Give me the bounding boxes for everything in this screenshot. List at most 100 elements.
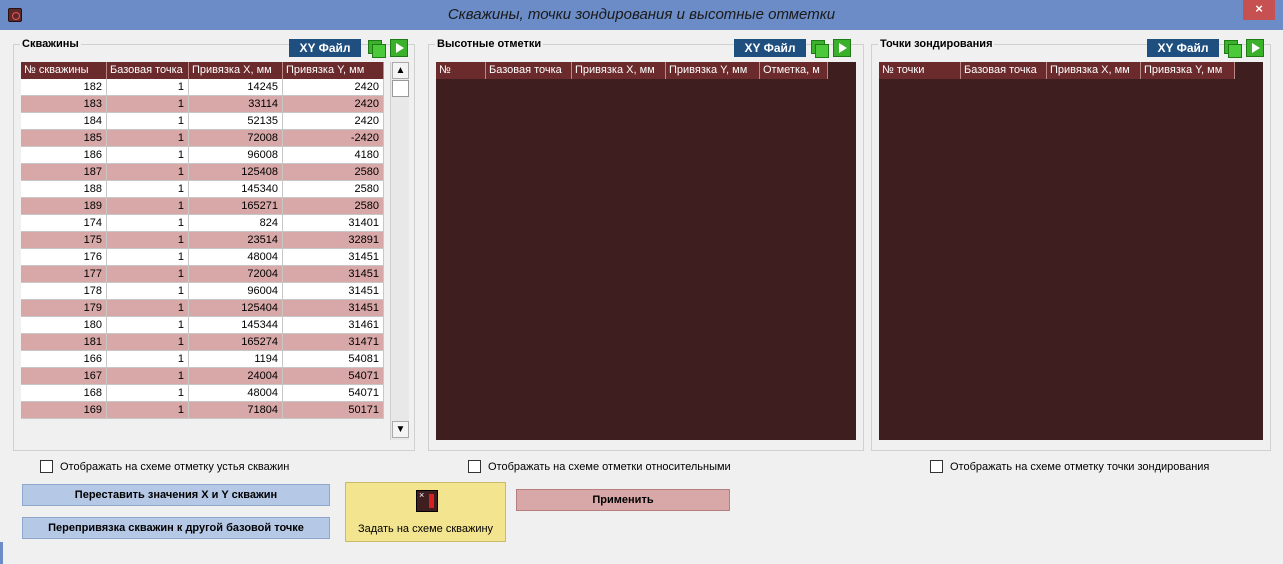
table-row[interactable]: 187 1 125408 2580 <box>21 164 384 181</box>
table-row[interactable]: 169 1 71804 50171 <box>21 402 384 419</box>
table-row[interactable]: 167 1 24004 54071 <box>21 368 384 385</box>
table-cell[interactable]: 2420 <box>283 113 384 130</box>
column-header[interactable]: Отметка, м <box>760 62 828 79</box>
wells-scrollbar[interactable]: ▲ ▼ <box>390 62 409 440</box>
table-cell[interactable]: 187 <box>21 164 107 181</box>
table-cell[interactable]: 182 <box>21 79 107 96</box>
table-row[interactable]: 188 1 145340 2580 <box>21 181 384 198</box>
table-cell[interactable]: 1 <box>107 317 189 334</box>
table-cell[interactable]: 72004 <box>189 266 283 283</box>
table-row[interactable]: 182 1 14245 2420 <box>21 79 384 96</box>
option-show-probe-mark[interactable]: Отображать на схеме отметку точки зондир… <box>930 460 1209 473</box>
table-row[interactable]: 181 1 165274 31471 <box>21 334 384 351</box>
table-cell[interactable]: 168 <box>21 385 107 402</box>
table-cell[interactable]: 1194 <box>189 351 283 368</box>
table-cell[interactable]: 165274 <box>189 334 283 351</box>
table-cell[interactable]: 179 <box>21 300 107 317</box>
table-cell[interactable]: 125408 <box>189 164 283 181</box>
table-cell[interactable]: 4180 <box>283 147 384 164</box>
table-cell[interactable]: 189 <box>21 198 107 215</box>
table-cell[interactable]: 71804 <box>189 402 283 419</box>
table-cell[interactable]: 176 <box>21 249 107 266</box>
table-cell[interactable]: 2420 <box>283 96 384 113</box>
column-header[interactable]: Базовая точка <box>961 62 1047 79</box>
column-header[interactable]: № скважины <box>21 62 107 79</box>
table-row[interactable]: 180 1 145344 31461 <box>21 317 384 334</box>
swap-xy-button[interactable]: Переставить значения X и Y скважин <box>22 484 330 506</box>
elevations-xy-file-button[interactable]: XY Файл <box>734 39 806 57</box>
table-cell[interactable]: 186 <box>21 147 107 164</box>
table-row[interactable]: 175 1 23514 32891 <box>21 232 384 249</box>
table-row[interactable]: 176 1 48004 31451 <box>21 249 384 266</box>
table-cell[interactable]: 54081 <box>283 351 384 368</box>
table-cell[interactable]: 177 <box>21 266 107 283</box>
table-cell[interactable]: 181 <box>21 334 107 351</box>
table-cell[interactable]: 1 <box>107 147 189 164</box>
table-cell[interactable]: 1 <box>107 402 189 419</box>
table-cell[interactable]: 2580 <box>283 164 384 181</box>
table-cell[interactable]: 14245 <box>189 79 283 96</box>
checkbox[interactable] <box>468 460 481 473</box>
table-cell[interactable]: 1 <box>107 113 189 130</box>
table-cell[interactable]: 1 <box>107 300 189 317</box>
table-cell[interactable]: 1 <box>107 198 189 215</box>
table-cell[interactable]: 1 <box>107 130 189 147</box>
column-header[interactable]: Привязка Y, мм <box>1141 62 1235 79</box>
table-row[interactable]: 174 1 824 31401 <box>21 215 384 232</box>
table-cell[interactable]: 31451 <box>283 249 384 266</box>
probes-xy-file-button[interactable]: XY Файл <box>1147 39 1219 57</box>
table-cell[interactable]: 145344 <box>189 317 283 334</box>
table-row[interactable]: 189 1 165271 2580 <box>21 198 384 215</box>
table-cell[interactable]: -2420 <box>283 130 384 147</box>
table-row[interactable]: 178 1 96004 31451 <box>21 283 384 300</box>
table-cell[interactable]: 1 <box>107 96 189 113</box>
wells-copy-icon[interactable] <box>367 39 386 58</box>
table-cell[interactable]: 165271 <box>189 198 283 215</box>
column-header[interactable]: Привязка X, мм <box>572 62 666 79</box>
table-row[interactable]: 186 1 96008 4180 <box>21 147 384 164</box>
table-row[interactable]: 183 1 33114 2420 <box>21 96 384 113</box>
column-header[interactable]: Привязка Y, мм <box>283 62 384 79</box>
table-cell[interactable]: 1 <box>107 215 189 232</box>
wells-export-icon[interactable] <box>390 39 408 57</box>
table-cell[interactable]: 31471 <box>283 334 384 351</box>
table-cell[interactable]: 1 <box>107 368 189 385</box>
table-cell[interactable]: 96008 <box>189 147 283 164</box>
option-show-wellhead[interactable]: Отображать на схеме отметку устья скважи… <box>40 460 289 473</box>
table-row[interactable]: 184 1 52135 2420 <box>21 113 384 130</box>
table-cell[interactable]: 1 <box>107 79 189 96</box>
table-cell[interactable]: 31451 <box>283 300 384 317</box>
rebind-wells-button[interactable]: Перепривязка скважин к другой базовой то… <box>22 517 330 539</box>
column-header[interactable]: Базовая точка <box>486 62 572 79</box>
table-cell[interactable]: 166 <box>21 351 107 368</box>
table-cell[interactable]: 54071 <box>283 385 384 402</box>
table-cell[interactable]: 145340 <box>189 181 283 198</box>
table-cell[interactable]: 96004 <box>189 283 283 300</box>
elevations-export-icon[interactable] <box>833 39 851 57</box>
table-cell[interactable]: 1 <box>107 283 189 300</box>
close-button[interactable]: × <box>1243 0 1275 20</box>
table-cell[interactable]: 184 <box>21 113 107 130</box>
table-cell[interactable]: 178 <box>21 283 107 300</box>
table-cell[interactable]: 31461 <box>283 317 384 334</box>
table-cell[interactable]: 31451 <box>283 283 384 300</box>
table-cell[interactable]: 33114 <box>189 96 283 113</box>
table-row[interactable]: 185 1 72008 -2420 <box>21 130 384 147</box>
table-cell[interactable]: 188 <box>21 181 107 198</box>
table-cell[interactable]: 54071 <box>283 368 384 385</box>
wells-xy-file-button[interactable]: XY Файл <box>289 39 361 57</box>
table-cell[interactable]: 24004 <box>189 368 283 385</box>
table-cell[interactable]: 2420 <box>283 79 384 96</box>
scroll-up-button[interactable]: ▲ <box>392 62 409 79</box>
apply-button[interactable]: Применить <box>516 489 730 511</box>
table-cell[interactable]: 48004 <box>189 249 283 266</box>
table-cell[interactable]: 185 <box>21 130 107 147</box>
table-cell[interactable]: 31401 <box>283 215 384 232</box>
table-cell[interactable]: 48004 <box>189 385 283 402</box>
table-cell[interactable]: 183 <box>21 96 107 113</box>
pick-on-scheme-button[interactable]: Задать на схеме скважину <box>345 482 506 542</box>
table-cell[interactable]: 1 <box>107 351 189 368</box>
table-cell[interactable]: 167 <box>21 368 107 385</box>
scroll-thumb[interactable] <box>392 80 409 97</box>
table-cell[interactable]: 2580 <box>283 198 384 215</box>
